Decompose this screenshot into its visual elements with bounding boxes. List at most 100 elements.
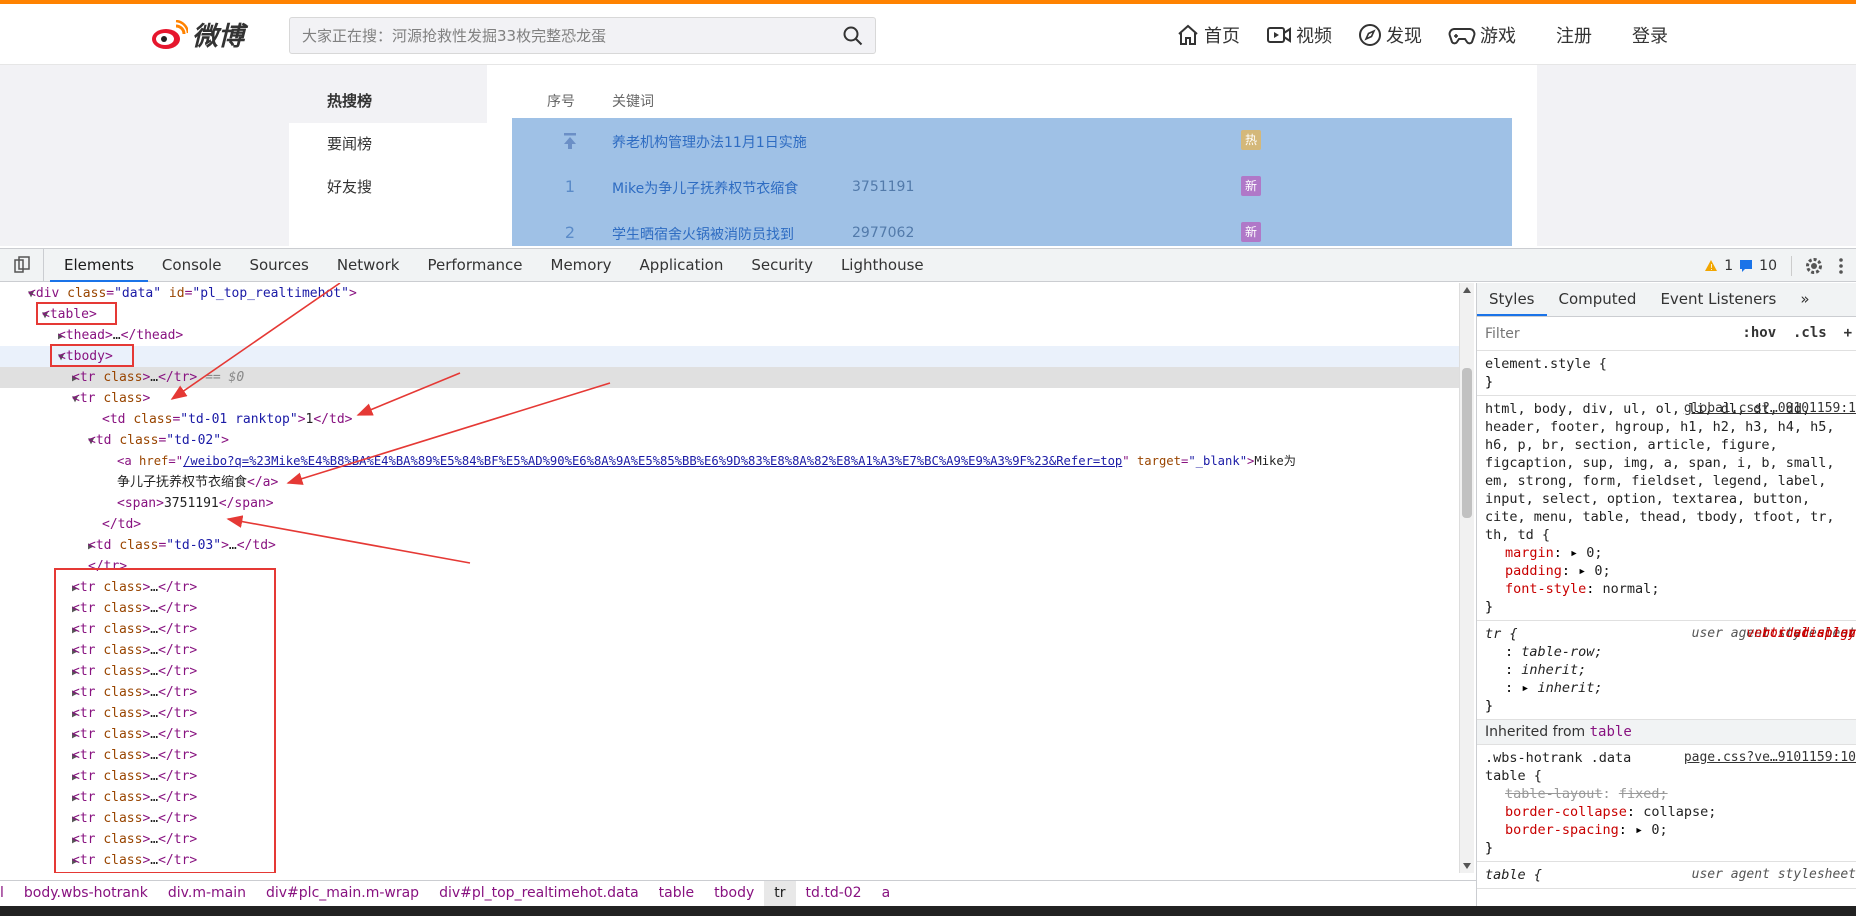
message-count[interactable]: 10: [1759, 258, 1777, 274]
nav-home[interactable]: 首页: [1176, 22, 1240, 48]
tab-performance[interactable]: Performance: [413, 249, 536, 282]
rule-selector: html, body, div, ul, ol, li, dl, dt, dd,…: [1485, 401, 1843, 543]
weibo-logo[interactable]: 微博: [150, 16, 244, 53]
annotation-arrows: [170, 283, 611, 564]
source-link-page-css[interactable]: page.css?ve…9101159:10: [1684, 749, 1856, 767]
devtools-status: ! 1 10: [1704, 249, 1844, 282]
source-link-global-css[interactable]: global.css?…09101159:1: [1684, 400, 1856, 418]
tab-memory[interactable]: Memory: [537, 249, 626, 282]
css-prop-padding[interactable]: padding: ▸ 0;: [1485, 562, 1848, 580]
nav-games-label: 游戏: [1480, 26, 1516, 47]
hov-toggle[interactable]: :hov: [1742, 325, 1776, 341]
tab-event-listeners[interactable]: Event Listeners: [1648, 283, 1788, 316]
os-taskbar: [0, 906, 1856, 916]
scrollbar-thumb[interactable]: [1462, 368, 1472, 518]
css-prop-vertical-align[interactable]: vertical-align: inherit;: [1485, 626, 1856, 679]
hot-badge: 热: [1241, 130, 1261, 150]
sidebar-item-news[interactable]: 要闻榜: [289, 123, 487, 166]
divider: [1791, 255, 1792, 276]
styles-filter-bar: :hov .cls +: [1477, 317, 1856, 351]
register-link[interactable]: 注册: [1556, 22, 1592, 48]
css-prop-border-collapse[interactable]: border-collapse: collapse;: [1485, 803, 1848, 821]
gamepad-icon: [1448, 28, 1476, 45]
css-prop-border-color[interactable]: border-color: ▸ inherit;: [1485, 626, 1856, 697]
nav-video[interactable]: 视频: [1266, 22, 1332, 48]
hot-list-panel: 序号 关键词 养老机构管理办法11月1日实施 热 1 Mike为争儿子抚养权节衣…: [487, 65, 1537, 246]
tab-application[interactable]: Application: [626, 249, 738, 282]
hot-rows-highlight: 养老机构管理办法11月1日实施 热 1 Mike为争儿子抚养权节衣缩食 3751…: [512, 118, 1512, 246]
hot-rank: 2: [564, 223, 576, 242]
more-options-icon[interactable]: [1838, 257, 1844, 275]
breadcrumb-item[interactable]: tbody: [704, 881, 764, 906]
header-keyword: 关键词: [612, 94, 654, 110]
styles-pane: Styles Computed Event Listeners » :hov .…: [1476, 283, 1856, 906]
breadcrumb-item[interactable]: div#pl_top_realtimehot.data: [429, 881, 649, 906]
nav-discover[interactable]: 发现: [1358, 22, 1422, 48]
tab-network[interactable]: Network: [323, 249, 414, 282]
device-toolbar-icon: [13, 256, 30, 273]
breadcrumb-item[interactable]: body.wbs-hotrank: [14, 881, 158, 906]
search-icon[interactable]: [843, 26, 863, 46]
hot-title-link[interactable]: 养老机构管理办法11月1日实施: [612, 132, 807, 152]
hot-rank: 1: [564, 177, 576, 196]
weibo-page: 微博 首页 视频 发现 游戏: [0, 0, 1856, 246]
tab-elements[interactable]: Elements: [50, 249, 148, 282]
styles-tab-bar: Styles Computed Event Listeners »: [1477, 283, 1856, 317]
message-icon: [1740, 260, 1753, 272]
tab-styles[interactable]: Styles: [1477, 283, 1547, 316]
tab-lighthouse[interactable]: Lighthouse: [827, 249, 938, 282]
inherited-from-tag[interactable]: table: [1590, 724, 1632, 740]
scroll-down-icon[interactable]: [1463, 863, 1471, 869]
video-icon: [1267, 27, 1291, 43]
search-input[interactable]: [290, 18, 810, 53]
weibo-logo-text: 微博: [192, 22, 245, 52]
inherited-from-header: Inherited from table: [1477, 720, 1856, 745]
hot-title-link[interactable]: Mike为争儿子抚养权节衣缩食: [612, 178, 798, 198]
css-prop-font-style[interactable]: font-style: normal;: [1485, 580, 1848, 598]
breadcrumb-item[interactable]: td.td-02: [796, 881, 872, 906]
css-prop-margin[interactable]: margin: ▸ 0;: [1485, 544, 1848, 562]
dom-scrollbar[interactable]: [1459, 283, 1474, 873]
breadcrumb-item[interactable]: div.m-main: [158, 881, 256, 906]
warning-icon: !: [1705, 260, 1718, 272]
ua-stylesheet-label: user agent stylesheet: [1691, 867, 1856, 882]
sidebar-item-hot-search[interactable]: 热搜榜: [289, 80, 487, 123]
cls-toggle[interactable]: .cls: [1793, 325, 1827, 341]
breadcrumb-item[interactable]: div#plc_main.m-wrap: [256, 881, 429, 906]
search-box[interactable]: [289, 17, 876, 54]
more-tabs-button[interactable]: »: [1788, 283, 1821, 316]
rule-element-style: element.style { }: [1477, 351, 1856, 396]
dom-breadcrumb: l body.wbs-hotrank div.m-main div#plc_ma…: [0, 880, 1476, 906]
login-link[interactable]: 登录: [1632, 22, 1668, 48]
nav-video-label: 视频: [1296, 26, 1332, 47]
warning-count[interactable]: 1: [1724, 258, 1733, 274]
filter-options: :hov .cls +: [1742, 325, 1852, 341]
devtools-tab-bar: Elements Console Sources Network Perform…: [0, 248, 1856, 282]
tab-sources[interactable]: Sources: [235, 249, 322, 282]
breadcrumb-item[interactable]: a: [872, 881, 901, 906]
gear-icon[interactable]: [1804, 256, 1824, 276]
tab-security[interactable]: Security: [737, 249, 827, 282]
nav-links: 首页 视频 发现 游戏 注册 登录: [1176, 22, 1708, 48]
home-icon: [1178, 24, 1198, 45]
nav-discover-label: 发现: [1386, 26, 1422, 47]
hot-count: 2977062: [852, 225, 915, 241]
annotation-arrow: [170, 283, 341, 400]
css-prop-border-spacing[interactable]: border-spacing: ▸ 0;: [1485, 821, 1848, 839]
new-rule-button[interactable]: +: [1844, 325, 1852, 341]
rule-table-ua: user agent stylesheet table {: [1477, 862, 1856, 889]
breadcrumb-item-current[interactable]: tr: [764, 881, 796, 906]
breadcrumb-item[interactable]: table: [649, 881, 704, 906]
tab-console[interactable]: Console: [148, 249, 236, 282]
sidebar-item-friends[interactable]: 好友搜: [289, 166, 487, 209]
hot-title-link[interactable]: 学生晒宿舍火锅被消防员找到: [612, 224, 794, 244]
table-row: 养老机构管理办法11月1日实施 热: [512, 118, 1512, 164]
css-prop-table-layout[interactable]: table-layout: fixed;: [1485, 785, 1848, 803]
styles-filter-input[interactable]: [1485, 323, 1725, 345]
breadcrumb-item[interactable]: l: [0, 881, 14, 906]
device-toggle-button[interactable]: [0, 248, 44, 282]
scroll-up-icon[interactable]: [1463, 287, 1471, 293]
tab-computed[interactable]: Computed: [1547, 283, 1649, 316]
css-prop-display[interactable]: display: table-row;: [1485, 626, 1856, 661]
nav-games[interactable]: 游戏: [1448, 22, 1516, 48]
